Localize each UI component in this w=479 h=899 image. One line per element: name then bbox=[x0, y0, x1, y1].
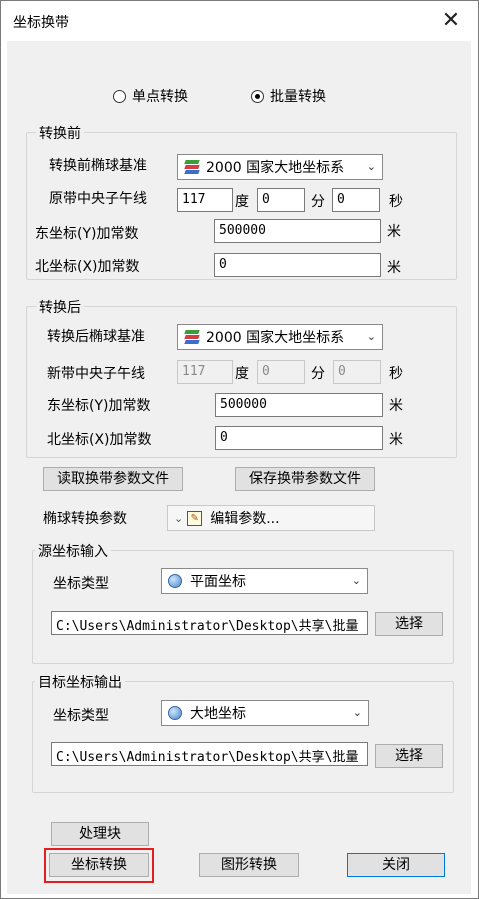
before-north-unit: 米 bbox=[387, 260, 401, 276]
group-before-title: 转换前 bbox=[36, 123, 84, 143]
chevron-down-icon: ⌄ bbox=[366, 330, 376, 343]
after-ellipsoid-label: 转换后椭球基准 bbox=[47, 329, 145, 345]
graphic-convert-button[interactable]: 图形转换 bbox=[199, 853, 299, 877]
after-sec-unit: 秒 bbox=[389, 366, 403, 382]
before-ellipsoid-combo[interactable]: 2000 国家大地坐标系 ⌄ bbox=[177, 154, 383, 180]
target-type-value: 大地坐标 bbox=[190, 706, 246, 722]
before-sec-input[interactable]: 0 bbox=[332, 188, 380, 212]
coord-convert-button[interactable]: 坐标转换 bbox=[49, 853, 149, 877]
ellipsoid-params-combo[interactable]: ⌄ ✎ 编辑参数... bbox=[167, 505, 375, 531]
globe-icon bbox=[168, 706, 182, 720]
edit-icon: ✎ bbox=[187, 510, 203, 526]
after-min-unit: 分 bbox=[311, 366, 325, 382]
target-path-input[interactable]: C:\Users\Administrator\Desktop\共享\批量 bbox=[51, 742, 368, 766]
source-type-combo[interactable]: 平面坐标 ⌄ bbox=[161, 568, 368, 594]
process-block-button[interactable]: 处理块 bbox=[51, 822, 149, 846]
read-params-button[interactable]: 读取换带参数文件 bbox=[43, 467, 183, 491]
radio-single[interactable]: 单点转换 bbox=[113, 86, 188, 106]
after-east-input[interactable]: 500000 bbox=[215, 393, 383, 417]
window-title: 坐标换带 bbox=[13, 15, 69, 31]
after-east-label: 东坐标(Y)加常数 bbox=[47, 398, 151, 414]
chevron-down-icon: ⌄ bbox=[366, 160, 376, 173]
source-type-label: 坐标类型 bbox=[53, 576, 109, 592]
before-ellipsoid-label: 转换前椭球基准 bbox=[49, 158, 147, 174]
after-east-unit: 米 bbox=[389, 398, 403, 414]
before-deg-input[interactable]: 117 bbox=[177, 188, 233, 212]
group-source-title: 源坐标输入 bbox=[35, 541, 111, 561]
ellipsoid-params-label: 椭球转换参数 bbox=[43, 511, 127, 527]
radio-single-label: 单点转换 bbox=[132, 89, 188, 105]
target-select-button[interactable]: 选择 bbox=[375, 744, 443, 768]
before-east-label: 东坐标(Y)加常数 bbox=[35, 226, 139, 242]
before-sec-unit: 秒 bbox=[389, 194, 403, 210]
after-meridian-label: 新带中央子午线 bbox=[47, 366, 145, 382]
chevron-down-icon: ⌄ bbox=[174, 511, 184, 525]
target-type-label: 坐标类型 bbox=[53, 708, 109, 724]
before-deg-unit: 度 bbox=[235, 194, 249, 210]
group-after-title: 转换后 bbox=[36, 297, 84, 317]
group-target-title: 目标坐标输出 bbox=[35, 672, 125, 692]
ellipsoid-params-value: 编辑参数... bbox=[210, 511, 280, 527]
after-ellipsoid-combo[interactable]: 2000 国家大地坐标系 ⌄ bbox=[177, 324, 383, 350]
after-ellipsoid-value: 2000 国家大地坐标系 bbox=[206, 330, 345, 346]
after-north-label: 北坐标(X)加常数 bbox=[47, 432, 152, 448]
before-min-unit: 分 bbox=[311, 194, 325, 210]
save-params-button[interactable]: 保存换带参数文件 bbox=[235, 467, 375, 491]
radio-batch-label: 批量转换 bbox=[270, 89, 326, 105]
source-path-input[interactable]: C:\Users\Administrator\Desktop\共享\批量 bbox=[51, 611, 368, 635]
chevron-down-icon: ⌄ bbox=[352, 706, 362, 719]
after-north-input[interactable]: 0 bbox=[215, 426, 383, 450]
before-ellipsoid-value: 2000 国家大地坐标系 bbox=[206, 160, 345, 176]
group-target bbox=[32, 681, 454, 793]
before-meridian-label: 原带中央子午线 bbox=[49, 191, 147, 207]
close-button[interactable]: 关闭 bbox=[347, 853, 445, 877]
after-deg-unit: 度 bbox=[235, 366, 249, 382]
source-select-button[interactable]: 选择 bbox=[375, 612, 443, 636]
radio-batch-dot[interactable] bbox=[251, 89, 264, 103]
layers-icon bbox=[184, 159, 200, 175]
title-bar: 坐标换带 ✕ bbox=[1, 1, 478, 41]
before-east-unit: 米 bbox=[387, 224, 401, 240]
after-sec-input[interactable]: 0 bbox=[333, 360, 381, 384]
target-type-combo[interactable]: 大地坐标 ⌄ bbox=[161, 700, 369, 726]
after-min-input[interactable]: 0 bbox=[257, 360, 305, 384]
layers-icon bbox=[184, 329, 200, 345]
close-icon[interactable]: ✕ bbox=[431, 7, 471, 35]
before-north-label: 北坐标(X)加常数 bbox=[35, 259, 140, 275]
globe-icon bbox=[168, 574, 182, 588]
dialog-window: 坐标换带 ✕ 单点转换 批量转换 转换前 转换前椭球基准 2000 国家大地坐标… bbox=[0, 0, 479, 899]
radio-single-dot[interactable] bbox=[113, 89, 126, 103]
radio-batch[interactable]: 批量转换 bbox=[251, 86, 326, 106]
source-type-value: 平面坐标 bbox=[190, 574, 246, 590]
before-min-input[interactable]: 0 bbox=[257, 188, 305, 212]
before-north-input[interactable]: 0 bbox=[214, 253, 381, 277]
before-east-input[interactable]: 500000 bbox=[214, 219, 381, 243]
after-deg-input[interactable]: 117 bbox=[177, 360, 233, 384]
chevron-down-icon: ⌄ bbox=[351, 574, 361, 587]
after-north-unit: 米 bbox=[389, 432, 403, 448]
dialog-client: 单点转换 批量转换 转换前 转换前椭球基准 2000 国家大地坐标系 ⌄ 原带中… bbox=[7, 41, 471, 894]
